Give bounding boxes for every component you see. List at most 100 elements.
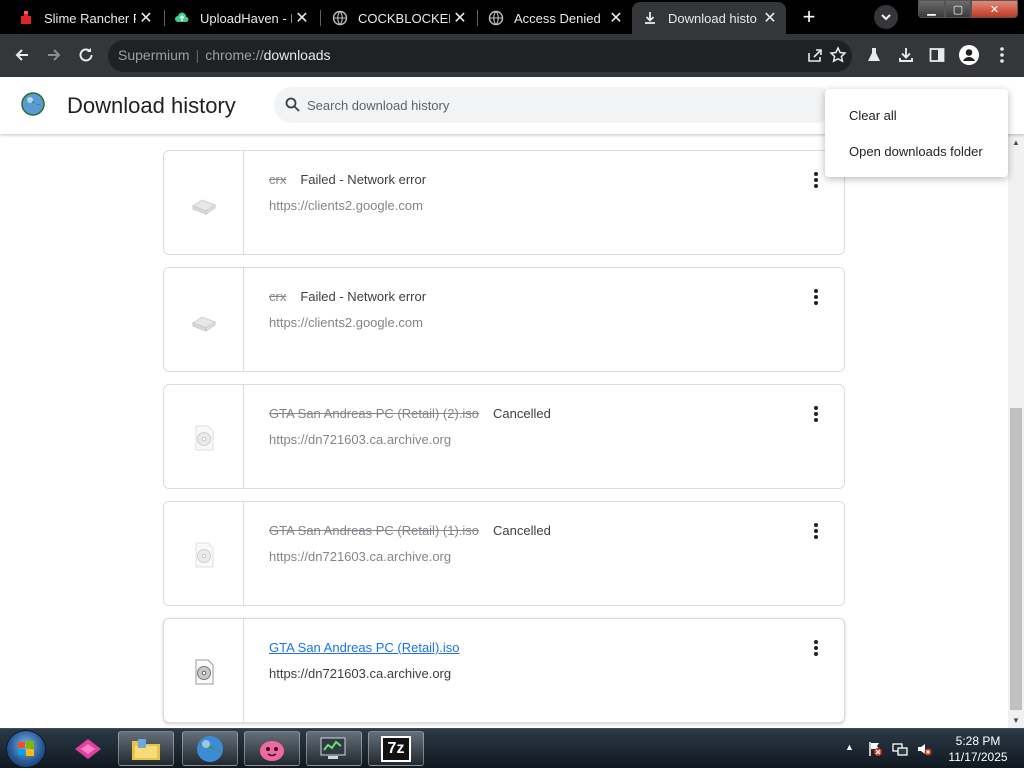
maximize-button[interactable]: ▢ xyxy=(945,0,971,18)
download-icon xyxy=(642,10,658,26)
7zip-icon: 7z xyxy=(381,735,411,762)
site-label: Supermium xyxy=(118,47,190,63)
taskbar-app-file-explorer[interactable] xyxy=(118,731,174,766)
tab-search-button[interactable] xyxy=(874,5,898,29)
7zip-label: 7z xyxy=(387,739,405,757)
download-icon xyxy=(899,48,913,62)
close-tab-icon[interactable]: ✕ xyxy=(760,8,780,28)
new-tab-button[interactable]: + xyxy=(796,4,822,30)
media-center-icon xyxy=(75,738,101,759)
scroll-up-arrow-icon[interactable]: ▲ xyxy=(1008,134,1024,150)
back-arrow-icon xyxy=(15,49,28,61)
file-name: crx xyxy=(269,172,287,187)
back-button[interactable] xyxy=(9,42,35,68)
close-tab-icon[interactable]: ✕ xyxy=(136,8,156,28)
system-clock[interactable]: 5:28 PM 11/17/2025 xyxy=(938,733,1018,765)
address-separator: | xyxy=(195,47,200,63)
more-actions-button[interactable] xyxy=(805,520,827,542)
kebab-menu-icon xyxy=(1000,47,1004,63)
clear-all-menu-item[interactable]: Clear all xyxy=(849,108,897,123)
globe-icon xyxy=(332,10,348,26)
browser-icon xyxy=(197,735,223,762)
forward-button[interactable] xyxy=(41,42,67,68)
start-button[interactable] xyxy=(6,730,46,768)
action-center-flag-icon[interactable] xyxy=(867,741,883,757)
download-item: GTA San Andreas PC (Retail) (2).iso Cance… xyxy=(163,384,845,489)
search-icon xyxy=(285,97,300,117)
more-actions-button[interactable] xyxy=(805,403,827,425)
more-actions-menu: Clear all Open downloads folder xyxy=(825,89,1008,177)
download-name: GTA San Andreas PC (Retail) (2).iso Cance… xyxy=(269,406,551,421)
download-status: Failed - Network error xyxy=(300,172,427,187)
scroll-down-arrow-icon[interactable]: ▼ xyxy=(1008,712,1024,728)
tab-access-denied[interactable]: Access Denied ✕ xyxy=(478,2,632,34)
tab-cockblocked[interactable]: COCKBLOCKED ✕ xyxy=(322,2,476,34)
show-hidden-icons-button[interactable]: ▲ xyxy=(845,742,854,752)
bookmark-button[interactable] xyxy=(825,42,851,68)
download-name: GTA San Andreas PC (Retail).iso xyxy=(269,640,460,655)
file-icon-column xyxy=(164,151,244,254)
download-name: crx Failed - Network error xyxy=(269,289,426,304)
volume-muted-icon[interactable] xyxy=(916,741,932,757)
network-error-icon xyxy=(191,316,217,332)
tab-title: Access Denied xyxy=(514,10,601,26)
taskbar-app-7zip[interactable]: 7z xyxy=(368,731,424,766)
chevron-down-icon xyxy=(881,14,891,21)
address-text[interactable]: Supermium | chrome://downloads xyxy=(118,47,331,63)
tab-title: UploadHaven - F xyxy=(200,10,292,26)
download-status: Cancelled xyxy=(493,523,551,538)
close-window-button[interactable]: ✕ xyxy=(971,0,1018,18)
system-monitor-icon xyxy=(320,737,346,759)
slime-game-icon xyxy=(260,740,284,761)
more-actions-button[interactable] xyxy=(805,637,827,659)
download-status: Failed - Network error xyxy=(300,289,427,304)
more-actions-button[interactable] xyxy=(805,286,827,308)
downloads-list: crx Failed - Network error https://client… xyxy=(0,134,1008,728)
scrollbar-thumb[interactable] xyxy=(1010,408,1022,710)
forward-arrow-icon xyxy=(48,49,61,61)
close-tab-icon[interactable]: ✕ xyxy=(292,8,312,28)
browser-menu-button[interactable] xyxy=(989,42,1015,68)
share-button[interactable] xyxy=(801,42,827,68)
search-placeholder[interactable]: Search download history xyxy=(307,98,449,113)
minimize-button[interactable]: ▁ xyxy=(918,0,945,18)
taskbar-app-slime-game[interactable] xyxy=(244,731,300,766)
star-icon xyxy=(829,46,847,63)
flask-icon xyxy=(868,48,880,61)
tab-slime-rancher[interactable]: Slime Rancher Fr ✕ xyxy=(8,2,162,34)
source-url[interactable]: https://clients2.google.com xyxy=(269,198,423,213)
side-panel-button[interactable] xyxy=(924,42,950,68)
clock-date: 11/17/2025 xyxy=(948,750,1008,764)
open-downloads-folder-menu-item[interactable]: Open downloads folder xyxy=(849,144,983,159)
tab-uploadhaven[interactable]: UploadHaven - F ✕ xyxy=(164,2,318,34)
extensions-button[interactable] xyxy=(861,42,887,68)
file-name: GTA San Andreas PC (Retail) (1).iso xyxy=(269,523,480,538)
network-error-icon xyxy=(191,199,217,215)
file-icon-column xyxy=(164,385,244,488)
taskbar-app-media-center[interactable] xyxy=(60,731,116,766)
close-tab-icon[interactable]: ✕ xyxy=(606,8,626,28)
source-url[interactable]: https://dn721603.ca.archive.org xyxy=(269,432,451,447)
source-url[interactable]: https://dn721603.ca.archive.org xyxy=(269,666,451,681)
disc-file-icon xyxy=(195,659,214,685)
downloads-button[interactable] xyxy=(893,42,919,68)
slime-game-tab-icon xyxy=(18,10,34,26)
tab-title: Download histo xyxy=(668,10,757,26)
file-name-link[interactable]: GTA San Andreas PC (Retail).iso xyxy=(269,640,460,655)
reload-button[interactable] xyxy=(73,42,99,68)
tab-download-history[interactable]: Download histo ✕ xyxy=(632,2,786,34)
downloads-logo-icon xyxy=(21,92,45,116)
source-url[interactable]: https://clients2.google.com xyxy=(269,315,423,330)
taskbar-app-system-monitor[interactable] xyxy=(306,731,362,766)
profile-button[interactable] xyxy=(956,42,982,68)
file-icon-column xyxy=(164,268,244,371)
more-actions-button[interactable] xyxy=(805,169,827,191)
network-icon[interactable] xyxy=(892,741,908,757)
close-tab-icon[interactable]: ✕ xyxy=(450,8,470,28)
share-icon xyxy=(807,48,822,62)
source-url[interactable]: https://dn721603.ca.archive.org xyxy=(269,549,451,564)
download-item: crx Failed - Network error https://client… xyxy=(163,267,845,372)
window-controls: ▁ ▢ ✕ xyxy=(918,0,1018,18)
disc-file-icon xyxy=(195,542,214,568)
taskbar-app-browser[interactable] xyxy=(182,731,238,766)
